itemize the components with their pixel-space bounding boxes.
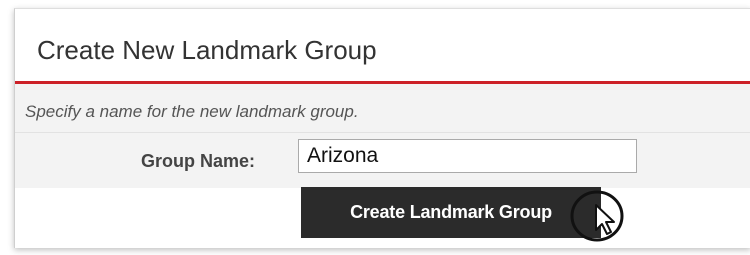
page: Create New Landmark Group Specify a name… — [0, 0, 750, 255]
group-name-label: Group Name: — [141, 151, 256, 171]
panel-title: Create New Landmark Group — [37, 35, 377, 65]
group-name-input[interactable] — [298, 139, 637, 173]
panel-header: Create New Landmark Group — [15, 9, 750, 84]
form-area: Specify a name for the new landmark grou… — [15, 84, 750, 188]
create-landmark-group-button[interactable]: Create Landmark Group — [301, 187, 601, 238]
divider — [15, 132, 750, 133]
instructions-text: Specify a name for the new landmark grou… — [25, 102, 359, 121]
